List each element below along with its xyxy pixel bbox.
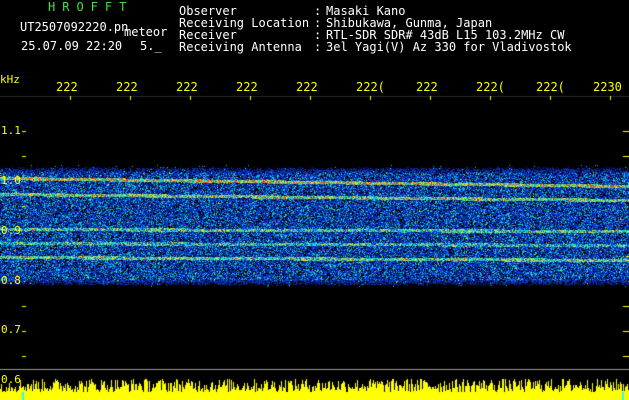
y-axis-unit: kHz: [0, 73, 20, 86]
file-name: UT2507092220.pn: [20, 20, 129, 34]
x-tick-label: 222(: [536, 80, 565, 94]
mode-label: meteor: [124, 25, 168, 39]
x-tick-label: 222: [56, 80, 78, 94]
status-dots: 5._: [140, 39, 162, 53]
x-tick-label: 222: [176, 80, 198, 94]
y-tick-label: 0.8: [1, 274, 21, 287]
meta-value-antenna: 3el Yagi(V) Az 330 for Vladivostok: [326, 40, 572, 54]
x-tick-label: 222(: [476, 80, 505, 94]
app-title: HROFFT: [48, 0, 134, 14]
x-tick-label: 222: [296, 80, 318, 94]
x-tick-label: 222: [236, 80, 258, 94]
y-tick-label: 0.6: [1, 373, 21, 386]
x-tick-label: 222(: [356, 80, 385, 94]
date-time: 25.07.09 22:20: [21, 39, 123, 53]
y-tick-label: 1.0: [1, 174, 21, 187]
y-tick-label: 0.9: [1, 224, 21, 237]
y-tick-label: 1.1: [1, 124, 21, 137]
x-tick-label: 222: [416, 80, 438, 94]
spectrogram-waterfall: [0, 0, 629, 400]
meta-colon: :: [314, 40, 322, 54]
meta-label-antenna: Receiving Antenna: [179, 40, 302, 54]
y-tick-label: 0.7: [1, 323, 21, 336]
x-tick-label: 2230: [593, 80, 622, 94]
x-tick-label: 222: [116, 80, 138, 94]
